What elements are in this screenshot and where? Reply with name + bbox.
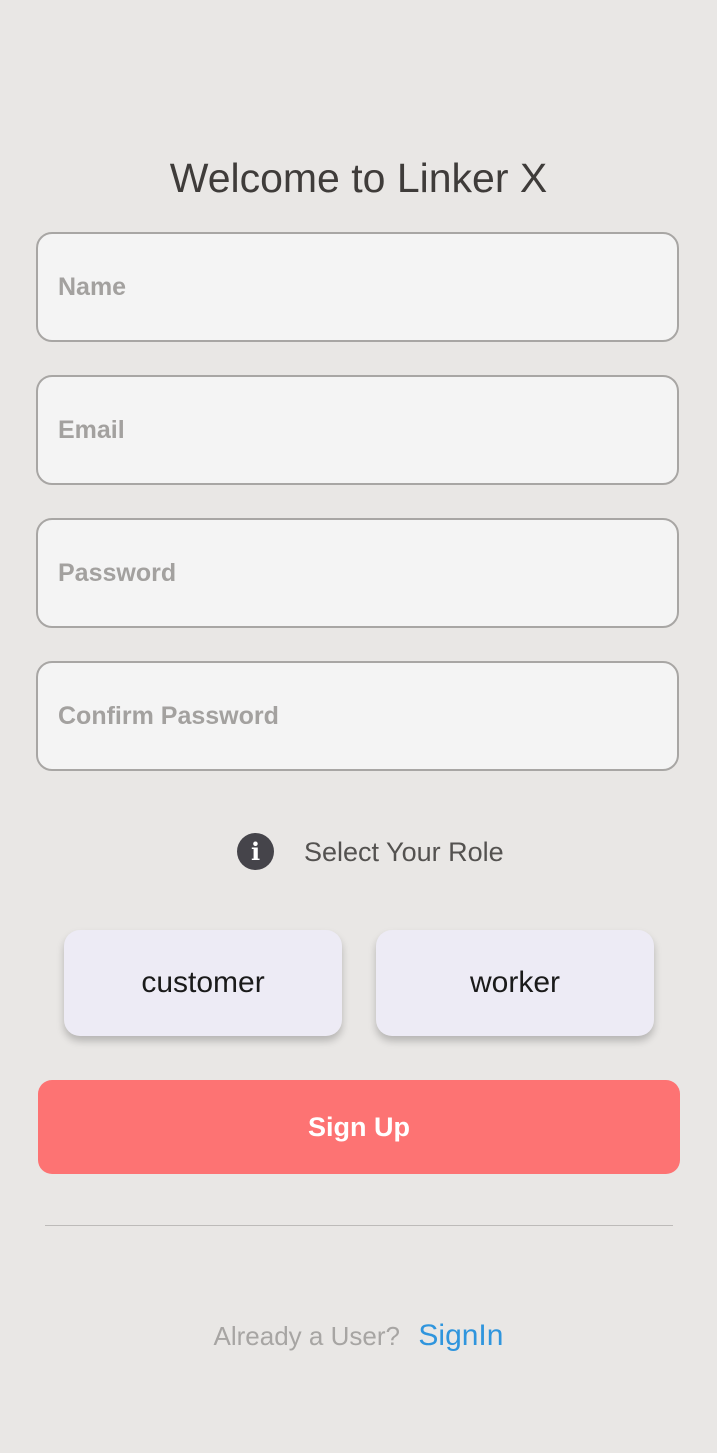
password-field[interactable] <box>38 520 677 626</box>
customer-role-button[interactable]: customer <box>64 930 342 1036</box>
signin-prompt: Already a User? SignIn <box>0 1316 717 1361</box>
page-title: Welcome to Linker X <box>169 155 548 201</box>
select-role-label: Select Your Role <box>304 837 504 867</box>
confirm-password-field-container[interactable] <box>36 661 679 771</box>
email-field-container[interactable] <box>36 375 679 485</box>
name-field-container[interactable] <box>36 232 679 342</box>
role-selector-header: i Select Your Role <box>0 832 717 872</box>
worker-role-button[interactable]: worker <box>376 930 654 1036</box>
email-field[interactable] <box>38 377 677 483</box>
password-field-container[interactable] <box>36 518 679 628</box>
name-field[interactable] <box>38 234 677 340</box>
info-icon[interactable]: i <box>237 833 274 870</box>
signup-button[interactable]: Sign Up <box>38 1080 680 1174</box>
divider <box>45 1225 673 1226</box>
already-user-text: Already a User? <box>213 1321 400 1351</box>
confirm-password-field[interactable] <box>38 663 677 769</box>
signin-link[interactable]: SignIn <box>418 1319 503 1352</box>
